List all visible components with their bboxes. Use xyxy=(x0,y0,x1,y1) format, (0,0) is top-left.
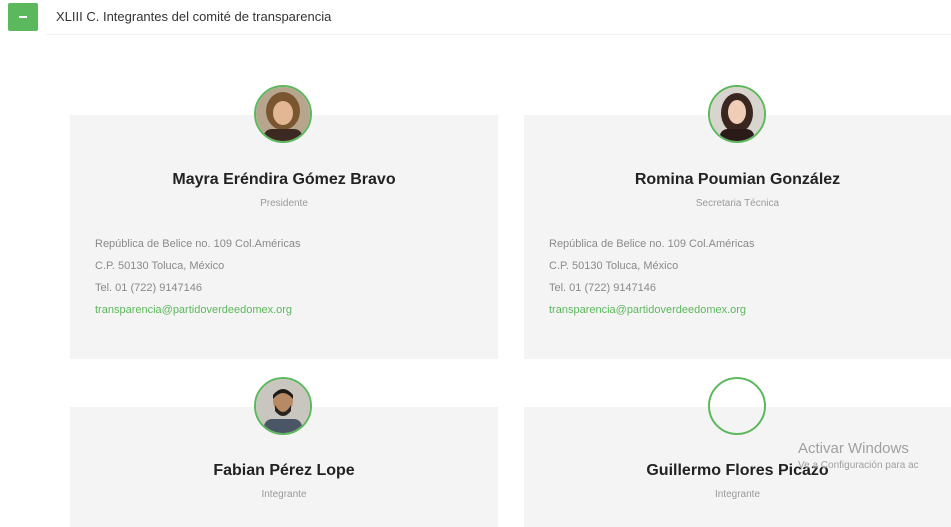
member-role: Integrante xyxy=(714,489,761,500)
minus-icon xyxy=(19,16,27,18)
avatar xyxy=(708,85,766,143)
member-role: Integrante xyxy=(261,489,307,500)
member-card: Mayra Eréndira Gómez Bravo Presidente Re… xyxy=(70,115,498,359)
member-contact: República de Belice no. 109 Col.Américas… xyxy=(549,233,754,321)
avatar xyxy=(254,85,312,143)
address-line-2: C.P. 50130 Toluca, México xyxy=(95,260,225,272)
email-link[interactable]: transparencia@partidoverdeedomex.org xyxy=(95,299,300,321)
member-name: Mayra Eréndira Gómez Bravo xyxy=(172,171,396,188)
member-contact: República de Belice no. 109 Col.Américas… xyxy=(95,233,300,321)
member-name: Romina Poumian González xyxy=(634,171,841,188)
accordion-header[interactable]: XLIII C. Integrantes del comité de trans… xyxy=(0,0,951,36)
member-role: Presidente xyxy=(260,198,308,209)
collapse-button[interactable] xyxy=(8,3,38,31)
address-line-1: República de Belice no. 109 Col.Américas xyxy=(95,238,301,250)
address-line-2: C.P. 50130 Toluca, México xyxy=(549,260,679,272)
header-divider xyxy=(46,34,951,35)
avatar xyxy=(254,377,312,435)
member-card: Romina Poumian González Secretaria Técni… xyxy=(524,115,951,359)
section-title: XLIII C. Integrantes del comité de trans… xyxy=(56,9,332,24)
avatar-placeholder xyxy=(708,377,766,435)
member-name: Fabian Pérez Lope xyxy=(213,462,355,479)
phone-number: Tel. 01 (722) 9147146 xyxy=(95,282,203,294)
email-link[interactable]: transparencia@partidoverdeedomex.org xyxy=(549,299,754,321)
address-line-1: República de Belice no. 109 Col.Américas xyxy=(549,238,755,250)
member-role: Secretaria Técnica xyxy=(695,198,780,209)
member-name: Guillermo Flores Picazo xyxy=(646,462,829,479)
phone-number: Tel. 01 (722) 9147146 xyxy=(549,282,657,294)
